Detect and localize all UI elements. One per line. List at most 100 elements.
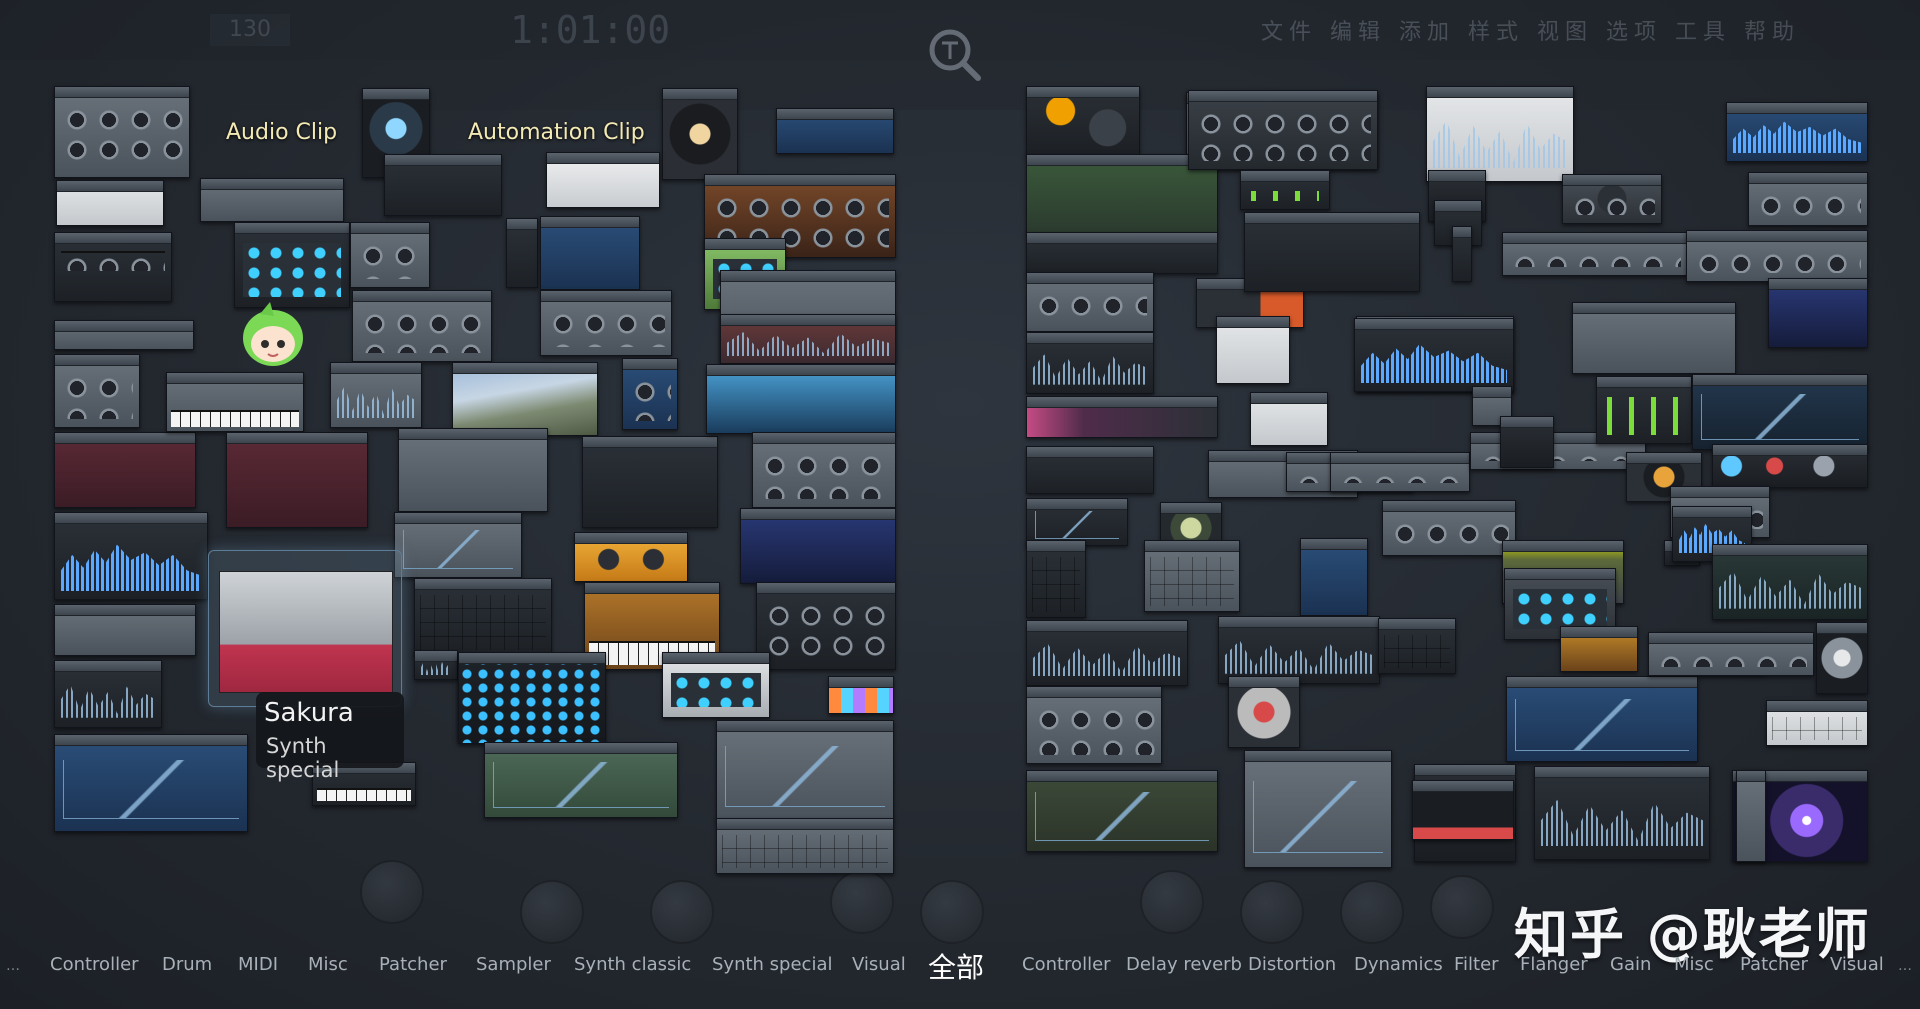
plugin-thumbnail[interactable] — [720, 314, 896, 364]
category-effect-patcher[interactable]: Patcher — [1740, 954, 1808, 975]
plugin-thumbnail[interactable] — [1026, 770, 1218, 852]
plugin-thumbnail[interactable] — [1560, 626, 1638, 672]
plugin-thumbnail[interactable] — [1026, 232, 1218, 274]
plugin-thumbnail[interactable] — [1572, 302, 1736, 374]
category-generator-misc[interactable]: Misc — [308, 954, 348, 975]
category-effect-distortion[interactable]: Distortion — [1248, 954, 1336, 975]
plugin-thumbnail[interactable] — [1300, 538, 1368, 616]
plugin-thumbnail[interactable] — [1240, 170, 1330, 210]
plugin-thumbnail[interactable] — [1648, 632, 1814, 676]
plugin-thumbnail[interactable] — [458, 652, 606, 744]
plugin-thumbnail[interactable] — [1026, 272, 1154, 332]
plugin-thumbnail[interactable] — [350, 222, 430, 288]
plugin-thumbnail[interactable] — [1506, 676, 1698, 762]
plugin-thumbnail[interactable] — [54, 734, 248, 832]
category-generator-controller[interactable]: Controller — [50, 954, 139, 975]
plugin-thumbnail[interactable] — [1816, 622, 1868, 694]
plugin-thumbnail[interactable] — [1244, 750, 1392, 868]
category-generator-sampler[interactable]: Sampler — [476, 954, 551, 975]
plugin-thumbnail[interactable] — [54, 512, 208, 600]
plugin-thumbnail[interactable] — [540, 290, 672, 356]
plugin-thumbnail[interactable] — [1748, 172, 1868, 226]
plugin-thumbnail[interactable] — [662, 652, 770, 718]
plugin-thumbnail[interactable] — [582, 436, 718, 528]
plugin-thumbnail[interactable] — [484, 742, 678, 818]
plugin-thumbnail[interactable] — [1500, 416, 1554, 468]
plugin-thumbnail[interactable] — [1712, 444, 1868, 488]
plugin-thumbnail[interactable] — [1026, 620, 1188, 686]
plugin-thumbnail[interactable] — [716, 720, 894, 820]
plugin-thumbnail[interactable] — [54, 354, 140, 428]
audio-clip-label[interactable]: Audio Clip — [226, 120, 337, 145]
category-effect-misc[interactable]: Misc — [1674, 954, 1714, 975]
plugin-thumbnail[interactable] — [54, 604, 196, 656]
plugin-thumbnail[interactable] — [828, 676, 894, 714]
category-effect-delay-reverb[interactable]: Delay reverb — [1126, 954, 1242, 975]
plugin-thumbnail[interactable] — [756, 582, 896, 670]
plugin-thumbnail[interactable] — [1026, 498, 1128, 546]
sakura-plugin-thumbnail[interactable] — [219, 571, 393, 693]
category-generator-visual[interactable]: Visual — [852, 954, 906, 975]
category-effect-visual[interactable]: Visual — [1830, 954, 1884, 975]
plugin-thumbnail[interactable] — [1766, 700, 1868, 746]
plugin-thumbnail[interactable] — [1382, 500, 1516, 556]
ellipsis-icon[interactable]: … — [6, 958, 20, 974]
plugin-thumbnail[interactable] — [1596, 376, 1692, 444]
plugin-thumbnail[interactable] — [662, 88, 738, 180]
plugin-thumbnail[interactable] — [414, 650, 458, 680]
category-generator-synth-classic[interactable]: Synth classic — [574, 954, 691, 975]
plugin-thumbnail[interactable] — [546, 152, 660, 208]
plugin-thumbnail[interactable] — [752, 432, 896, 508]
plugin-thumbnail[interactable] — [398, 428, 548, 512]
plugin-thumbnail[interactable] — [1426, 86, 1574, 182]
plugin-thumbnail[interactable] — [394, 512, 522, 578]
plugin-thumbnail[interactable] — [1726, 102, 1868, 162]
plugin-thumbnail[interactable] — [234, 222, 350, 308]
category-generator-patcher[interactable]: Patcher — [379, 954, 447, 975]
plugin-thumbnail[interactable] — [740, 508, 896, 584]
automation-clip-label[interactable]: Automation Clip — [468, 120, 645, 145]
plugin-thumbnail[interactable] — [706, 364, 896, 434]
plugin-thumbnail[interactable] — [1216, 316, 1290, 384]
plugin-thumbnail[interactable] — [1378, 618, 1456, 674]
plugin-thumbnail[interactable] — [716, 818, 894, 874]
plugin-thumbnail[interactable] — [540, 216, 640, 290]
plugin-thumbnail[interactable] — [54, 320, 194, 350]
category-effect-filter[interactable]: Filter — [1454, 954, 1499, 975]
plugin-thumbnail[interactable] — [54, 86, 190, 178]
plugin-thumbnail[interactable] — [452, 362, 598, 436]
plugin-thumbnail[interactable] — [1452, 226, 1472, 282]
plugin-thumbnail[interactable] — [1026, 396, 1218, 438]
plugin-thumbnail[interactable] — [330, 362, 422, 428]
plugin-thumbnail[interactable] — [1502, 232, 1688, 276]
plugin-thumbnail[interactable] — [506, 218, 538, 288]
category-effect-gain[interactable]: Gain — [1610, 954, 1651, 975]
plugin-thumbnail[interactable] — [1250, 392, 1328, 446]
plugin-thumbnail[interactable] — [574, 532, 688, 582]
plugin-thumbnail[interactable] — [1026, 686, 1162, 764]
plugin-thumbnail[interactable] — [54, 232, 172, 302]
plugin-thumbnail[interactable] — [1768, 278, 1868, 348]
plugin-thumbnail[interactable] — [1692, 374, 1868, 450]
plugin-thumbnail[interactable] — [1228, 676, 1300, 748]
plugin-thumbnail[interactable] — [384, 154, 502, 216]
plugin-thumbnail[interactable] — [1026, 540, 1086, 618]
plugin-thumbnail[interactable] — [166, 372, 304, 432]
plugin-thumbnail[interactable] — [1412, 780, 1514, 840]
category-generator-synth-special[interactable]: Synth special — [712, 954, 832, 975]
category-generator-drum[interactable]: Drum — [162, 954, 212, 975]
plugin-thumbnail[interactable] — [1244, 212, 1420, 292]
plugin-thumbnail[interactable] — [1562, 174, 1662, 224]
plugin-thumbnail[interactable] — [1026, 332, 1154, 394]
plugin-thumbnail[interactable] — [1144, 540, 1240, 612]
sakura-plugin-card[interactable] — [208, 550, 402, 707]
search-icon[interactable] — [925, 25, 983, 83]
category-effect-dynamics[interactable]: Dynamics — [1354, 954, 1443, 975]
plugin-thumbnail[interactable] — [1534, 766, 1710, 860]
category-effect-controller[interactable]: Controller — [1022, 954, 1111, 975]
plugin-thumbnail[interactable] — [54, 660, 162, 728]
plugin-thumbnail[interactable] — [56, 180, 164, 226]
plugin-thumbnail[interactable] — [226, 432, 368, 528]
plugin-thumbnail[interactable] — [1188, 90, 1378, 170]
plugin-thumbnail[interactable] — [200, 178, 344, 222]
